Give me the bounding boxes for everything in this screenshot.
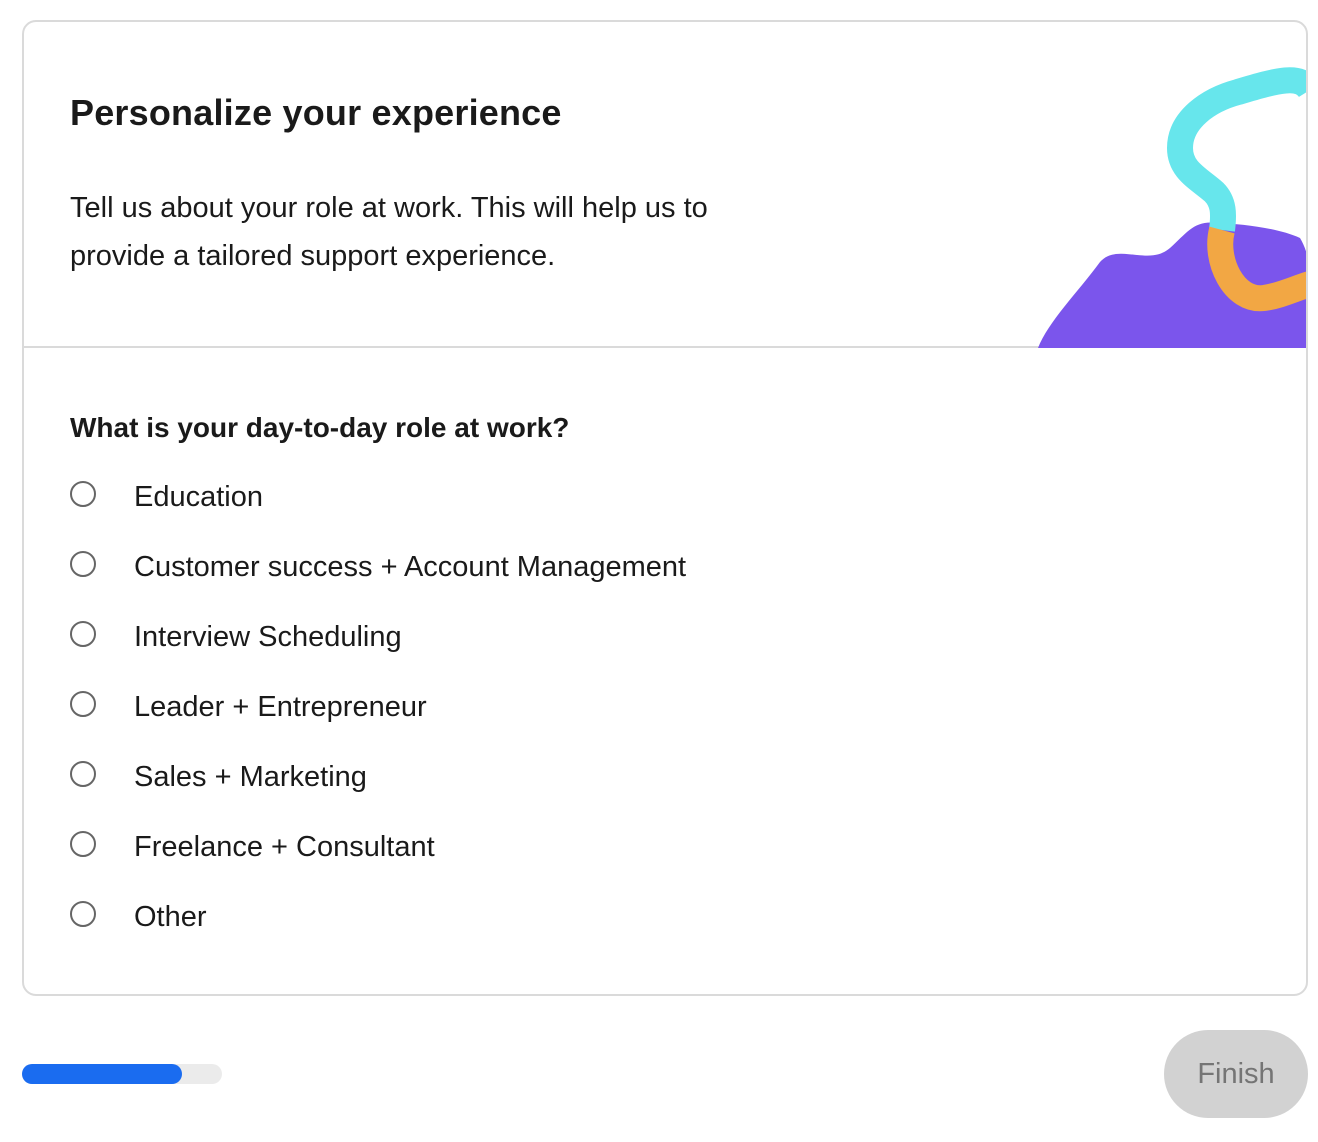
role-option-label: Leader + Entrepreneur <box>134 690 427 723</box>
abstract-shapes-illustration <box>1038 67 1306 348</box>
role-option[interactable]: Freelance + Consultant <box>70 812 686 882</box>
progress-bar-fill <box>22 1064 182 1084</box>
finish-button[interactable]: Finish <box>1164 1030 1308 1118</box>
page-title: Personalize your experience <box>70 92 562 133</box>
radio-button[interactable] <box>70 621 96 647</box>
role-option-label: Freelance + Consultant <box>134 830 435 863</box>
radio-button[interactable] <box>70 901 96 927</box>
role-option-label: Other <box>134 900 207 933</box>
progress-bar <box>22 1064 222 1084</box>
radio-button[interactable] <box>70 551 96 577</box>
personalize-card: Personalize your experience Tell us abou… <box>22 20 1308 996</box>
card-header: Personalize your experience Tell us abou… <box>24 22 1306 348</box>
role-option[interactable]: Sales + Marketing <box>70 742 686 812</box>
cyan-ribbon <box>1166 67 1306 232</box>
role-option-label: Interview Scheduling <box>134 620 402 653</box>
role-options-group: Education Customer success + Account Mana… <box>70 462 686 952</box>
role-question: What is your day-to-day role at work? <box>70 412 570 443</box>
page-description: Tell us about your role at work. This wi… <box>70 192 708 272</box>
radio-button[interactable] <box>70 691 96 717</box>
radio-button[interactable] <box>70 761 96 787</box>
role-option-label: Education <box>134 480 263 513</box>
role-option[interactable]: Education <box>70 462 686 532</box>
radio-button[interactable] <box>70 481 96 507</box>
role-option[interactable]: Interview Scheduling <box>70 602 686 672</box>
role-option[interactable]: Other <box>70 882 686 952</box>
role-option[interactable]: Customer success + Account Management <box>70 532 686 602</box>
role-option-label: Sales + Marketing <box>134 760 367 793</box>
radio-button[interactable] <box>70 831 96 857</box>
role-option-label: Customer success + Account Management <box>134 550 687 583</box>
role-option[interactable]: Leader + Entrepreneur <box>70 672 686 742</box>
